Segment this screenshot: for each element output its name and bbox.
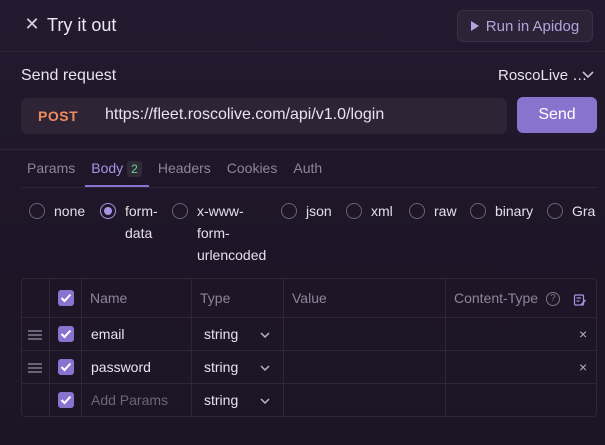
param-type-select[interactable]: string: [204, 326, 238, 342]
radio-label-line: form-: [125, 203, 158, 219]
param-type-select[interactable]: string: [204, 392, 238, 408]
environment-select[interactable]: RoscoLive …: [498, 67, 587, 84]
radio-form-data[interactable]: form-data: [100, 202, 158, 244]
panel-header: ✕ Try it out Run in Apidog: [0, 0, 605, 52]
url-bar[interactable]: POST https://fleet.roscolive.com/api/v1.…: [21, 98, 507, 134]
row-checkbox[interactable]: [58, 359, 74, 375]
chevron-down-icon[interactable]: [259, 397, 271, 405]
radio-label: Gra: [572, 203, 596, 219]
radio-dot: [409, 203, 425, 219]
play-icon: [470, 21, 479, 31]
run-in-apidog-button[interactable]: Run in Apidog: [457, 10, 593, 42]
radio-label: none: [54, 203, 86, 219]
table-row: password string ×: [22, 351, 596, 384]
body-count-badge: 2: [127, 161, 142, 177]
help-icon[interactable]: ?: [546, 292, 560, 306]
send-request-label: Send request: [21, 67, 117, 84]
chevron-down-icon[interactable]: [581, 70, 595, 80]
radio-label: form-data: [125, 200, 158, 244]
param-type-select[interactable]: string: [204, 359, 238, 375]
add-param-row: Add Params string: [22, 384, 596, 417]
remove-icon[interactable]: ×: [579, 359, 587, 375]
close-icon[interactable]: ✕: [24, 15, 40, 33]
check-icon: [60, 293, 72, 303]
table-header: Name Type Value Content-Type ?: [22, 279, 596, 318]
radio-xml[interactable]: xml: [346, 202, 393, 222]
drag-handle-icon[interactable]: [28, 363, 42, 373]
radio-graphql[interactable]: Gra: [547, 202, 595, 222]
radio-dot: [100, 203, 116, 219]
column-type: Type: [200, 290, 231, 306]
remove-icon[interactable]: ×: [579, 326, 587, 342]
radio-label: xml: [371, 203, 393, 219]
check-icon: [60, 395, 72, 405]
radio-label-line: x-www-: [197, 203, 244, 219]
column-content-type: Content-Type: [454, 290, 539, 306]
select-all-checkbox[interactable]: [58, 290, 74, 306]
radio-label-line: form-: [197, 225, 230, 241]
add-params-input[interactable]: Add Params: [91, 392, 168, 408]
row-checkbox[interactable]: [58, 326, 74, 342]
radio-label: x-www-form-urlencoded: [197, 200, 266, 266]
send-button[interactable]: Send: [517, 97, 597, 133]
radio-dot: [346, 203, 362, 219]
check-icon: [60, 362, 72, 372]
table-row: email string ×: [22, 318, 596, 351]
radio-json[interactable]: json: [281, 202, 332, 222]
check-icon: [60, 329, 72, 339]
tab-body[interactable]: Body 2: [91, 160, 142, 188]
tab-auth[interactable]: Auth: [293, 160, 322, 188]
radio-none[interactable]: none: [29, 202, 85, 222]
radio-binary[interactable]: binary: [470, 202, 533, 222]
param-name[interactable]: password: [91, 359, 151, 375]
panel-title: Try it out: [47, 15, 117, 35]
tab-label: Cookies: [226, 160, 278, 176]
body-type-radio-group: none form-data x-www-form-urlencoded jso…: [29, 202, 605, 268]
request-tabs: Params Body 2 Headers Cookies Auth: [27, 160, 338, 188]
radio-dot: [281, 203, 297, 219]
column-value: Value: [292, 290, 327, 306]
chevron-down-icon[interactable]: [259, 331, 271, 339]
radio-x-www-form-urlencoded[interactable]: x-www-form-urlencoded: [172, 202, 266, 266]
drag-handle-icon[interactable]: [28, 330, 42, 340]
tab-headers[interactable]: Headers: [158, 160, 211, 188]
column-name: Name: [90, 290, 128, 306]
http-method[interactable]: POST: [38, 108, 78, 124]
url-input[interactable]: https://fleet.roscolive.com/api/v1.0/log…: [105, 106, 384, 124]
run-in-apidog-label: Run in Apidog: [485, 17, 580, 35]
radio-dot: [547, 203, 563, 219]
tab-cookies[interactable]: Cookies: [227, 160, 278, 188]
divider: [0, 149, 605, 150]
radio-dot: [29, 203, 45, 219]
radio-label: binary: [495, 203, 534, 219]
tab-label: Auth: [293, 160, 323, 176]
params-table: Name Type Value Content-Type ? email str…: [21, 278, 597, 417]
try-it-out-panel: ✕ Try it out Run in Apidog Send request …: [0, 0, 605, 445]
tab-label: Body: [91, 160, 124, 176]
tabs-border: [21, 187, 597, 188]
radio-label: raw: [434, 203, 457, 219]
param-name[interactable]: email: [91, 326, 124, 342]
radio-label-line: urlencoded: [197, 247, 267, 263]
radio-dot: [470, 203, 486, 219]
tab-params[interactable]: Params: [27, 160, 75, 188]
tab-label: Params: [27, 160, 76, 176]
radio-raw[interactable]: raw: [409, 202, 457, 222]
radio-dot: [172, 203, 188, 219]
row-checkbox[interactable]: [58, 392, 74, 408]
radio-label-line: data: [125, 225, 153, 241]
tab-label: Headers: [157, 160, 211, 176]
bulk-edit-icon[interactable]: [573, 293, 587, 307]
radio-label: json: [306, 203, 332, 219]
chevron-down-icon[interactable]: [259, 364, 271, 372]
